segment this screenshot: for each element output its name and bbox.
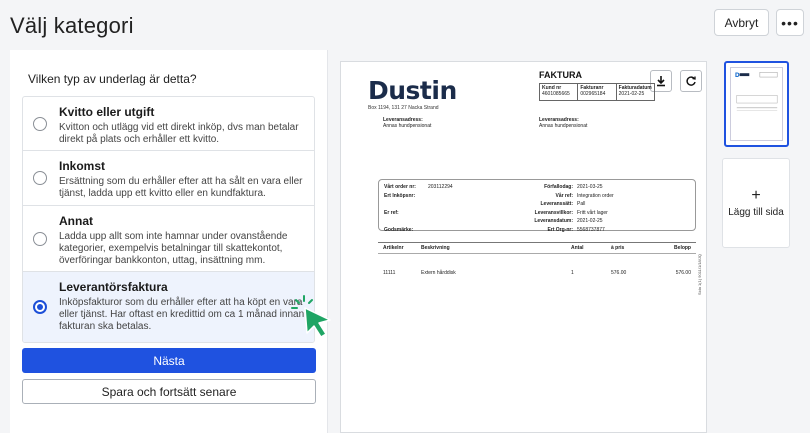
option-inkomst[interactable]: Inkomst Ersättning som du erhåller efter… [23,151,314,206]
order-info-right: Förfallodag: 2021-03-25 Vår ref: Integrati… [515,183,614,234]
header: Välj kategori Avbryt ••• [0,0,810,52]
info-row: Er ref: [384,209,399,216]
thumbnail-preview: D [730,67,783,141]
info-row [384,217,453,226]
option-description: Ladda upp allt som inte hamnar under ova… [59,231,288,266]
info-row: Vårt order nr: 203112294 [384,184,453,190]
info-row: Vår ref: Integration order [555,192,614,199]
invoice-header-box: Kund nr 4601085665 Fakturanr 002965184 Fak… [539,83,655,101]
plus-icon: + [751,187,761,204]
category-panel: Vilken typ av underlag är detta? Kvitto … [10,50,328,433]
info-row: Ert Org-nr: 5568737877 [547,226,605,233]
invoice-address: Box 1194, 131 27 Nacka Strand [368,105,439,111]
option-title: Kvitto eller utgift [59,105,155,119]
option-kvitto[interactable]: Kvitto eller utgift Kvitton och utlägg v… [23,97,314,151]
invoice-preview: Dustin Box 1194, 131 27 Nacka Strand FAK… [340,61,707,433]
cancel-button[interactable]: Avbryt [714,9,769,36]
category-options: Kvitto eller utgift Kvitton och utlägg v… [22,96,315,343]
option-leverantorsfaktura[interactable]: Leverantörsfaktura Inköpsfakturor som du… [23,272,314,342]
category-question: Vilken typ av underlag är detta? [28,72,197,86]
order-info-left: Vårt order nr: 203112294 Ert Inköpsnr: Er… [384,183,453,234]
info-row: Leveranssätt: Pall [540,201,586,207]
order-info-box: Vårt order nr: 203112294 Ert Inköpsnr: Er… [378,179,696,234]
svg-text:D: D [735,73,740,79]
delivery-address-left: Leveransadress: Annas hundpensionat [383,117,432,129]
radio-inkomst[interactable] [33,171,47,185]
invoice-title: FAKTURA [539,70,582,80]
next-button[interactable]: Nästa [22,348,316,373]
thumbnail-page-icon: D [735,72,778,111]
invoice-lines-table: Artikelnr Beskrivning Antal à pris Belop… [378,242,696,276]
option-title: Leverantörsfaktura [59,280,168,294]
option-description: Inköpsfakturor som du erhåller efter att… [59,297,305,332]
save-later-button[interactable]: Spara och fortsätt senare [22,379,316,404]
more-options-button[interactable]: ••• [776,9,804,36]
rotate-icon [686,76,696,86]
option-title: Annat [59,214,93,228]
add-page-label: Lägg till sida [728,207,784,218]
info-row: Leveransvillkor: Fritt vårt lager [534,209,608,216]
table-row: 11111 Extern hårddisk 1 576.00 576.00 [383,270,691,276]
option-annat[interactable]: Annat Ladda upp allt som inte hamnar und… [23,206,314,272]
radio-kvitto[interactable] [33,116,47,131]
radio-annat[interactable] [33,231,47,246]
header-cell: Kund nr 4601085665 [540,84,579,100]
info-row [384,200,453,209]
download-icon [657,76,665,87]
delivery-address-right: Leveransadress: Annas hundpensionat [539,117,588,129]
header-cell: Fakturanr 002965184 [578,84,617,100]
info-row: Leveransdatum: 2021-02-25 [534,218,603,224]
option-description: Ersättning som du erhåller efter att ha … [59,176,303,199]
option-title: Inkomst [59,159,106,173]
info-row: Förfallodag: 2021-03-25 [544,184,603,190]
dustin-logo: Dustin [368,76,457,105]
header-cell: Fakturadatum 2021-02-25 [618,85,652,97]
info-row: Godsmärke: [384,226,414,233]
invoice-side-text: Sida 1(1) 9011/1/18/JQ [697,254,702,296]
add-page-button[interactable]: + Lägg till sida [722,158,790,248]
page-title: Välj kategori [10,13,134,38]
rotate-button[interactable] [680,70,702,92]
click-cursor-icon [291,295,331,338]
option-description: Kvitton och utlägg vid ett direkt inköp,… [59,122,299,145]
page-thumbnail-1[interactable]: D [724,61,789,147]
table-header: Artikelnr Beskrivning Antal à pris Belop… [378,243,696,254]
radio-leverantorsfaktura[interactable] [33,300,47,314]
info-row: Ert Inköpsnr: [384,192,416,199]
